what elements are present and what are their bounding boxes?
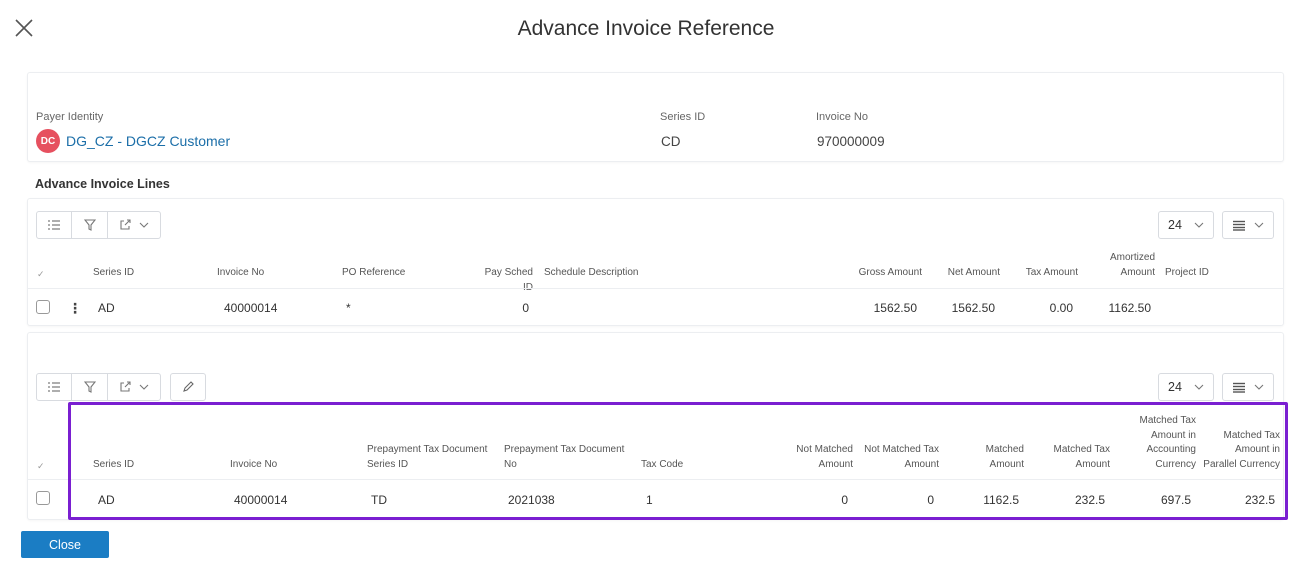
table-row-po-reference: *: [346, 301, 351, 315]
page-size-select[interactable]: 24: [1158, 211, 1214, 239]
chevron-down-icon: [139, 384, 149, 390]
col-amortized-amount-line1: Amortized: [1109, 252, 1155, 263]
col-pay-sched-id[interactable]: Pay Sched ID: [472, 266, 533, 295]
section-title-advance-invoice-lines: Advance Invoice Lines: [35, 177, 170, 191]
column-layout-icon: [1233, 382, 1245, 393]
col-matched-par-line1: Matched Tax: [1223, 429, 1280, 441]
series-id-value: CD: [661, 134, 681, 149]
payer-identity-label: Payer Identity: [36, 111, 104, 123]
col-matched-tax-line2: Amount: [1075, 459, 1110, 470]
col-prepay-series-line1: Prepayment Tax Document: [367, 444, 488, 455]
table-row-matched-par: 232.5: [1244, 493, 1275, 507]
check-icon: ✓: [37, 461, 45, 471]
col-matched-par-line2: Amount in: [1234, 444, 1280, 455]
chevron-down-icon: [1194, 384, 1204, 390]
col-invoice-no[interactable]: Invoice No: [230, 458, 277, 473]
col-matched-amount-line1: Matched: [985, 444, 1024, 455]
lines-card: 24 ✓ Series ID Invoice No PO Reference P…: [27, 198, 1284, 326]
table-row-gross-amount: 1562.50: [873, 301, 917, 315]
col-matched-tax-line1: Matched Tax: [1053, 444, 1110, 455]
row-checkbox[interactable]: [36, 300, 50, 314]
table-row-not-matched-amount: 0: [841, 493, 848, 507]
column-layout-button[interactable]: [1222, 373, 1274, 401]
col-matched-par-line3: Parallel Currency: [1203, 459, 1280, 470]
table-row-series-id: AD: [98, 301, 115, 315]
col-po-reference[interactable]: PO Reference: [342, 266, 405, 281]
list-icon[interactable]: [37, 374, 72, 400]
col-not-matched-tax-line1: Not Matched Tax: [864, 444, 939, 455]
payer-identity-link[interactable]: DC DG_CZ - DGCZ Customer: [36, 129, 230, 153]
invoice-no-value: 970000009: [817, 134, 885, 149]
table-row-not-matched-tax: 0: [927, 493, 934, 507]
tax-matching-card: 24 ✓ Series ID Invoice No Prepayment Tax…: [27, 332, 1284, 520]
col-project-id[interactable]: Project ID: [1165, 266, 1209, 281]
col-prepay-no-line1: Prepayment Tax Document: [504, 444, 625, 455]
filter-icon[interactable]: [72, 374, 108, 400]
page-size-value: 24: [1168, 218, 1182, 232]
series-id-label: Series ID: [660, 111, 706, 123]
column-layout-icon: [1233, 220, 1245, 231]
table-row-prepay-series: TD: [371, 493, 387, 507]
table-row-invoice-no: 40000014: [234, 493, 288, 507]
col-matched-acc-line3: Accounting: [1146, 444, 1196, 455]
edit-button[interactable]: [170, 373, 206, 401]
export-button[interactable]: [108, 374, 160, 400]
row-checkbox[interactable]: [36, 491, 50, 505]
col-tax-code[interactable]: Tax Code: [641, 458, 683, 473]
col-gross-amount[interactable]: Gross Amount: [842, 266, 922, 281]
col-series-id[interactable]: Series ID: [93, 266, 134, 281]
list-icon[interactable]: [37, 212, 72, 238]
col-prepay-series-line2: Series ID: [367, 459, 409, 470]
col-matched-acc-line2: Amount in: [1150, 429, 1196, 441]
tax-toolbar: [36, 373, 161, 401]
export-button[interactable]: [108, 212, 160, 238]
filter-icon[interactable]: [72, 212, 108, 238]
chevron-down-icon: [1254, 384, 1264, 390]
avatar: DC: [36, 129, 60, 153]
table-row-amortized-amount: 1162.50: [1108, 301, 1152, 315]
column-layout-button[interactable]: [1222, 211, 1274, 239]
table-row-matched-tax: 232.5: [1074, 493, 1105, 507]
table-row-tax-code: 1: [646, 493, 653, 507]
col-schedule-description[interactable]: Schedule Description: [544, 266, 639, 281]
table-row-matched-acc: 697.5: [1160, 493, 1191, 507]
col-matched-acc-line1: Matched Tax: [1139, 415, 1196, 426]
table-row-series-id: AD: [98, 493, 115, 507]
col-invoice-no[interactable]: Invoice No: [217, 266, 264, 281]
table-row-invoice-no: 40000014: [224, 301, 278, 315]
table-row-prepay-no: 2021038: [508, 493, 555, 507]
pencil-icon: [183, 381, 194, 392]
col-not-matched-amount-line2: Amount: [818, 459, 853, 470]
payer-identity-value[interactable]: DG_CZ - DGCZ Customer: [66, 133, 230, 149]
col-not-matched-amount-line1: Not Matched: [796, 444, 853, 455]
more-vertical-icon[interactable]: ⋮: [68, 300, 82, 317]
table-row-pay-sched-id: 0: [522, 301, 529, 315]
export-icon: [120, 219, 131, 230]
close-button[interactable]: Close: [21, 531, 109, 558]
chevron-down-icon: [1194, 222, 1204, 228]
page-size-select[interactable]: 24: [1158, 373, 1214, 401]
chevron-down-icon: [139, 222, 149, 228]
lines-toolbar: [36, 211, 161, 239]
header-card: Payer Identity DC DG_CZ - DGCZ Customer …: [27, 72, 1284, 162]
col-matched-acc-line4: Currency: [1155, 459, 1196, 470]
col-matched-amount-line2: Amount: [989, 459, 1024, 470]
col-prepay-no-line2: No: [504, 459, 517, 470]
divider: [28, 479, 1283, 480]
table-row-tax-amount: 0.00: [1049, 301, 1073, 315]
col-tax-amount[interactable]: Tax Amount: [1010, 266, 1078, 281]
col-amortized-amount-line2: Amount: [1120, 267, 1155, 278]
check-icon: ✓: [37, 269, 45, 279]
col-net-amount[interactable]: Net Amount: [933, 266, 1000, 281]
col-not-matched-tax-line2: Amount: [904, 459, 939, 470]
dialog-title: Advance Invoice Reference: [517, 17, 775, 40]
page-size-value: 24: [1168, 380, 1182, 394]
invoice-no-label: Invoice No: [816, 111, 868, 123]
chevron-down-icon: [1254, 222, 1264, 228]
export-icon: [120, 381, 131, 392]
divider: [28, 288, 1283, 289]
table-row-matched-amount: 1162.5: [983, 493, 1019, 507]
col-series-id[interactable]: Series ID: [93, 458, 134, 473]
table-row-net-amount: 1562.50: [951, 301, 995, 315]
